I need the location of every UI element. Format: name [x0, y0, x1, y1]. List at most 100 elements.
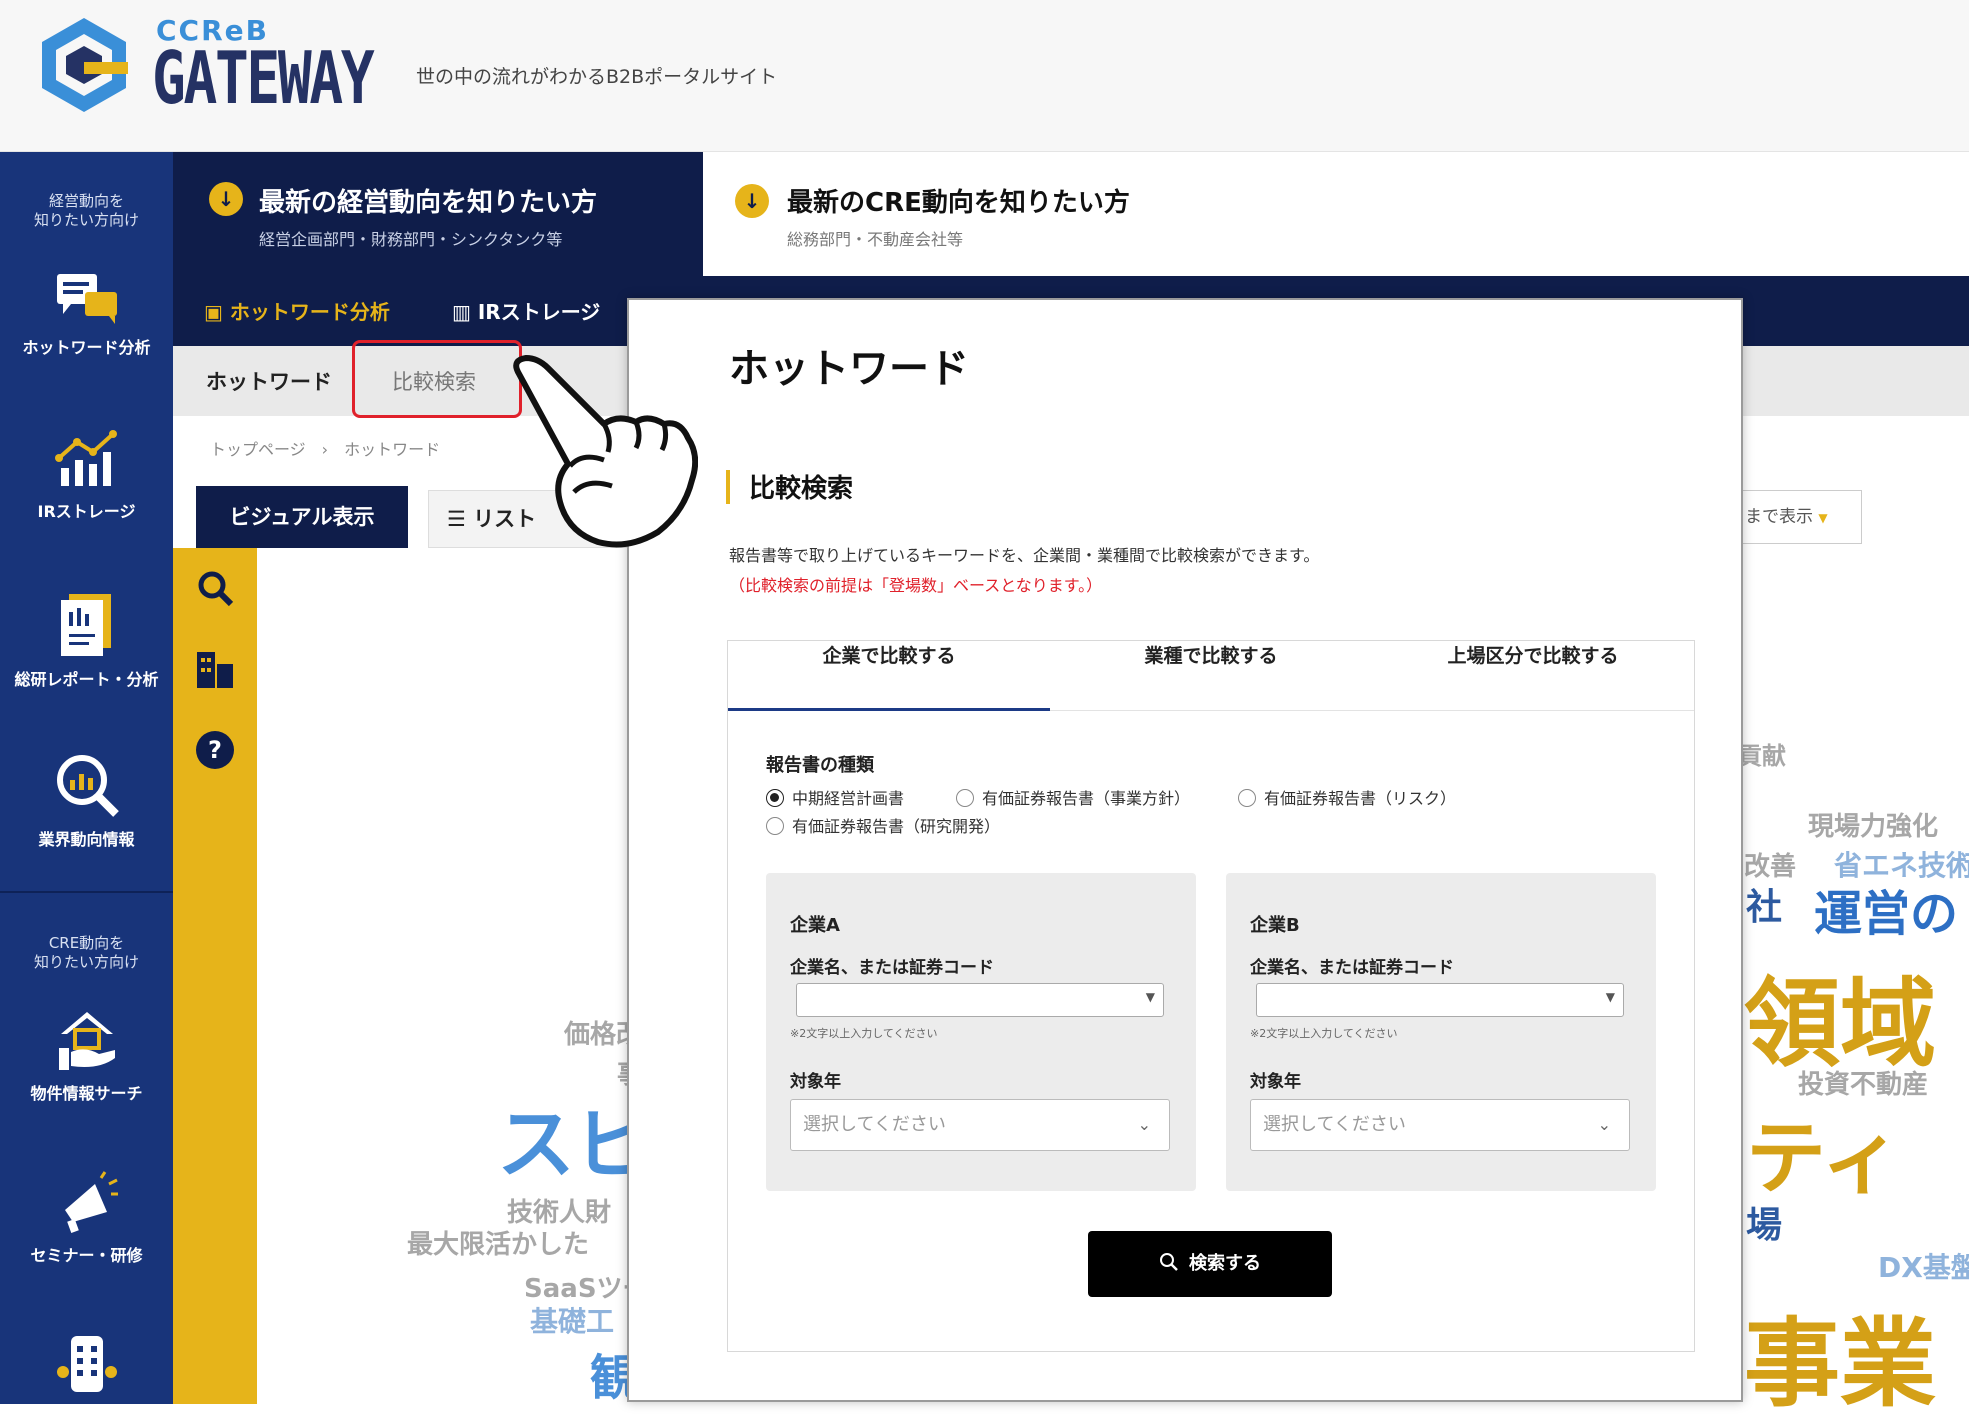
site-header: CCReB GATEWAY 世の中の流れがわかるB2Bポータルサイト — [0, 0, 1969, 152]
gateway-logo-icon[interactable] — [40, 16, 128, 114]
caret-down-icon: ▼ — [1145, 990, 1155, 1004]
compare-search-modal: ホットワード 比較検索 報告書等で取り上げているキーワードを、企業間・業種間で比… — [627, 298, 1743, 1402]
sidebar-item-seminars[interactable]: セミナー・研修 — [0, 1170, 173, 1266]
arrow-down-icon: ↓ — [735, 184, 769, 218]
word-cloud-term[interactable]: 最大限活かした — [407, 1224, 589, 1261]
word-cloud-term[interactable]: 現場力強化 — [1808, 806, 1938, 843]
radio-securities-policy[interactable]: 有価証券報告書（事業方針） — [956, 785, 1190, 809]
radio-unselected-icon — [956, 789, 974, 807]
compare-tab-highlight — [352, 340, 522, 418]
breadcrumb[interactable]: トップページ › ホットワード — [210, 436, 440, 460]
help-icon[interactable]: ? — [195, 730, 235, 770]
company-b-heading: 企業B — [1250, 915, 1300, 936]
company-a-input[interactable]: ▼ — [796, 983, 1164, 1017]
growth-chart-icon — [54, 430, 117, 486]
company-a-year-select[interactable]: 選択してください ⌄ — [790, 1099, 1170, 1151]
sidebar-item-hotword-analysis[interactable]: ホットワード分析 — [0, 270, 173, 358]
word-cloud-term[interactable]: 事業 — [1744, 1286, 1936, 1425]
company-a-hint: ※2文字以上入力してください — [790, 1027, 938, 1040]
company-b-field-label: 企業名、または証券コード — [1250, 958, 1454, 978]
sidebar-item-label: セミナー・研修 — [30, 1246, 143, 1265]
sidebar-item-ir-storage[interactable]: IRストレージ — [0, 430, 173, 522]
report-icon — [60, 594, 111, 656]
building-icon — [56, 1336, 117, 1392]
radio-midterm-plan[interactable]: 中期経営計画書 — [766, 785, 904, 809]
house-hand-icon — [58, 1012, 115, 1070]
modal-title: ホットワード — [729, 346, 969, 392]
section-title: 比較検索 — [749, 474, 854, 504]
growth-chart-icon: ▥ — [452, 300, 478, 324]
caret-down-icon: ▼ — [1818, 511, 1828, 525]
compare-tabs: 企業で比較する 業種で比較する 上場区分で比較する — [728, 641, 1694, 711]
section-description: 報告書等で取り上げているキーワードを、企業間・業種間で比較検索ができます。 — [729, 546, 1320, 565]
sidebar-item-label: ホットワード分析 — [22, 338, 151, 357]
pointing-hand-icon — [513, 355, 698, 548]
sidebar-caption-management: 経営動向を 知りたい方向け — [33, 192, 139, 229]
company-a-year-label: 対象年 — [790, 1072, 841, 1092]
tab-compare-industry[interactable]: 業種で比較する — [1050, 641, 1372, 711]
company-b-hint: ※2文字以上入力してください — [1250, 1027, 1398, 1040]
tab-visual-view[interactable]: ビジュアル表示 — [196, 486, 408, 548]
building-icon[interactable] — [195, 650, 237, 690]
display-count-select[interactable]: まで表示 ▼ — [1740, 490, 1862, 544]
company-a-box: 企業A 企業名、または証券コード ▼ ※2文字以上入力してください 対象年 選択… — [766, 873, 1196, 1191]
radio-selected-icon — [766, 789, 784, 807]
audience-management-subtitle: 経営企画部門・財務部門・シンクタンク等 — [259, 230, 563, 249]
section-accent-bar — [726, 470, 730, 504]
tool-column: ? — [173, 548, 257, 1404]
word-cloud-term[interactable]: 基礎工 — [530, 1300, 614, 1340]
tab-compare-listing[interactable]: 上場区分で比較する — [1372, 641, 1694, 711]
company-b-year-select[interactable]: 選択してください ⌄ — [1250, 1099, 1630, 1151]
sidebar-item-industry-trends[interactable]: 業界動向情報 — [0, 752, 173, 850]
word-cloud-term[interactable]: 運営の — [1814, 874, 1958, 944]
chat-bubbles-icon: ▣ — [204, 300, 230, 324]
word-cloud-term[interactable]: DX基盤 — [1878, 1246, 1969, 1286]
radio-securities-risk[interactable]: 有価証券報告書（リスク） — [1238, 785, 1456, 809]
radio-unselected-icon — [1238, 789, 1256, 807]
tab-compare-company[interactable]: 企業で比較する — [728, 641, 1050, 711]
search-icon — [1160, 1253, 1178, 1271]
site-tagline: 世の中の流れがわかるB2Bポータルサイト — [416, 66, 778, 88]
caret-down-icon: ▼ — [1605, 990, 1615, 1004]
sidebar-item-label: 総研レポート・分析 — [14, 670, 159, 689]
active-tab-indicator — [728, 708, 1050, 711]
sidebar-item-label: IRストレージ — [37, 502, 136, 521]
sidebar-item-label: 業界動向情報 — [38, 830, 135, 849]
megaphone-icon — [64, 1171, 118, 1234]
chevron-down-icon: ⌄ — [1597, 1115, 1611, 1134]
audience-cre-subtitle: 総務部門・不動産会社等 — [787, 230, 964, 249]
company-b-box: 企業B 企業名、または証券コード ▼ ※2文字以上入力してください 対象年 選択… — [1226, 873, 1656, 1191]
sidebar-divider — [0, 891, 173, 893]
chevron-down-icon: ⌄ — [1137, 1115, 1151, 1134]
section-note: （比較検索の前提は「登場数」ベースとなります。） — [729, 576, 1103, 595]
sidebar-item-building[interactable] — [0, 1328, 173, 1400]
company-a-field-label: 企業名、または証券コード — [790, 958, 994, 978]
audience-management-title: 最新の経営動向を知りたい方 — [259, 188, 598, 218]
chat-bubbles-icon — [56, 274, 117, 324]
word-cloud-term[interactable]: 場 — [1746, 1196, 1782, 1248]
audience-management-panel[interactable]: ↓ 最新の経営動向を知りたい方 経営企画部門・財務部門・シンクタンク等 — [173, 152, 703, 276]
tab-hotword[interactable]: ホットワード — [206, 366, 332, 396]
company-b-input[interactable]: ▼ — [1256, 983, 1624, 1017]
svg-text:?: ? — [208, 736, 222, 764]
search-button[interactable]: 検索する — [1088, 1231, 1332, 1297]
word-cloud-term[interactable]: 貢献 — [1738, 736, 1786, 771]
word-cloud-term[interactable]: ティ — [1746, 1094, 1901, 1210]
brand-name[interactable]: GATEWAY — [152, 36, 375, 120]
list-icon: ☰ — [447, 507, 474, 531]
radio-securities-rnd[interactable]: 有価証券報告書（研究開発） — [766, 813, 1000, 837]
sidebar-caption-cre: CRE動向を 知りたい方向け — [33, 934, 139, 971]
audience-cre-title: 最新のCRE動向を知りたい方 — [787, 188, 1130, 218]
nav-ir-storage[interactable]: ▥ IRストレージ — [452, 296, 600, 325]
sidebar-item-label: 物件情報サーチ — [30, 1084, 143, 1103]
search-icon[interactable] — [197, 570, 235, 608]
sidebar-item-research-reports[interactable]: 総研レポート・分析 — [0, 592, 173, 690]
nav-hotword-analysis[interactable]: ▣ ホットワード分析 — [204, 296, 390, 325]
compare-panel: 企業で比較する 業種で比較する 上場区分で比較する 報告書の種類 中期経営計画書… — [727, 640, 1695, 1352]
word-cloud-term[interactable]: 社 — [1746, 878, 1782, 930]
radio-unselected-icon — [766, 817, 784, 835]
company-b-year-label: 対象年 — [1250, 1072, 1301, 1092]
audience-cre-panel[interactable]: ↓ 最新のCRE動向を知りたい方 総務部門・不動産会社等 — [703, 152, 1969, 276]
report-type-label: 報告書の種類 — [766, 755, 874, 776]
sidebar-item-property-search[interactable]: 物件情報サーチ — [0, 1008, 173, 1104]
